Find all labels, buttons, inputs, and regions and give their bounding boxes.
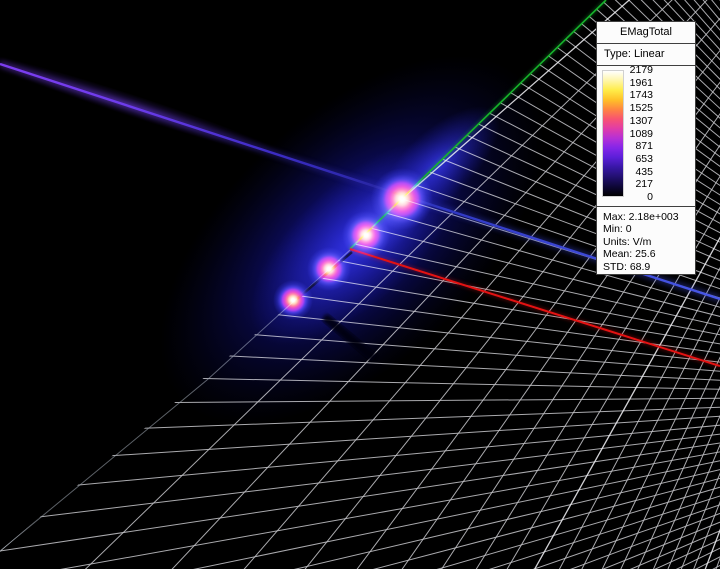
hotspot-core [400,197,404,201]
colorbar-tick: 1089 [627,128,653,140]
legend-stat-line: Mean: 25.6 [603,248,695,260]
hotspot-core [364,233,368,237]
colorbar-tick: 435 [627,166,653,178]
colorbar-tick: 1743 [627,89,653,101]
legend-panel: EMagTotal Type: Linear 21791961174315251… [596,21,696,275]
colorbar-tick: 871 [627,140,653,152]
hotspot-core [327,267,331,271]
colorbar-tick: 217 [627,178,653,190]
legend-title: EMagTotal [597,22,695,44]
colorbar-tick: 1525 [627,102,653,114]
legend-stat-line: Units: V/m [603,236,695,248]
colorbar-section: 2179196117431525130710898716534352170 [597,66,695,207]
simulation-viewport[interactable]: EMagTotal Type: Linear 21791961174315251… [0,0,720,569]
legend-stat-line: STD: 68.9 [603,261,695,273]
colorbar-tick: 2179 [627,64,653,76]
legend-stat-line: Min: 0 [603,223,695,235]
hotspot-core [291,298,294,301]
colorbar-tick: 653 [627,153,653,165]
colorbar-tick: 0 [627,191,653,203]
legend-stat-line: Max: 2.18e+003 [603,211,695,223]
colorbar-ticks: 2179196117431525130710898716534352170 [627,70,653,197]
colorbar-tick: 1307 [627,115,653,127]
colorbar-tick: 1961 [627,77,653,89]
legend-type-label: Type: Linear [597,44,695,66]
legend-stats: Max: 2.18e+003Min: 0Units: V/mMean: 25.6… [597,207,695,273]
colorbar-gradient [602,70,624,197]
